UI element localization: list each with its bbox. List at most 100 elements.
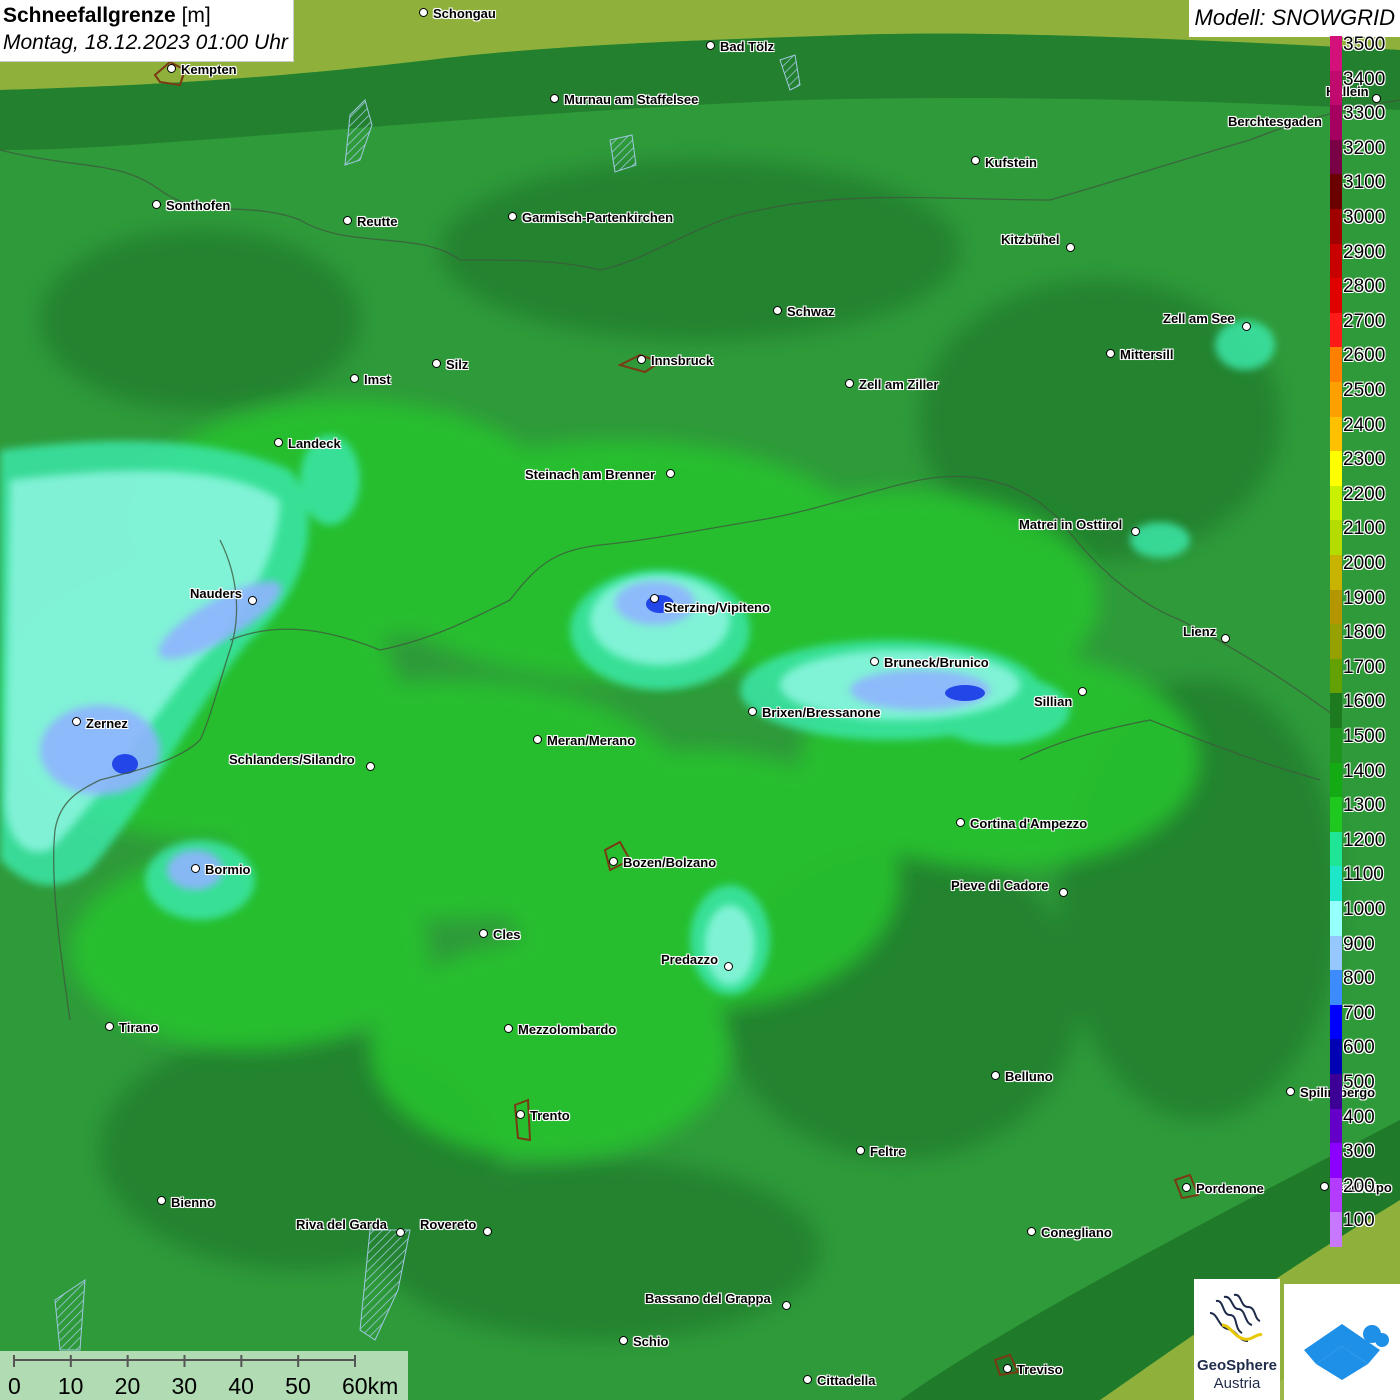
- legend-swatch: [1330, 347, 1342, 382]
- city-marker[interactable]: [650, 594, 659, 603]
- city-label: Trento: [530, 1108, 570, 1123]
- city-marker[interactable]: [516, 1110, 525, 1119]
- legend-swatch: [1330, 831, 1342, 867]
- legend-label: 1900: [1343, 587, 1386, 609]
- city-label: Belluno: [1005, 1069, 1053, 1084]
- city-marker[interactable]: [1131, 527, 1140, 536]
- city-marker[interactable]: [845, 379, 854, 388]
- legend-swatch: [1330, 70, 1342, 106]
- legend-label: 900: [1343, 933, 1375, 955]
- city-marker[interactable]: [350, 374, 359, 383]
- city-marker[interactable]: [609, 857, 618, 866]
- city-marker[interactable]: [432, 359, 441, 368]
- city-marker[interactable]: [748, 707, 757, 716]
- city-marker[interactable]: [1059, 888, 1068, 897]
- legend-label: 1800: [1343, 622, 1386, 644]
- city-marker[interactable]: [991, 1071, 1000, 1080]
- city-marker[interactable]: [419, 8, 428, 17]
- legend-swatch: [1330, 935, 1342, 971]
- city-label: Berchtesgaden: [1228, 114, 1322, 129]
- legend-swatch: [1330, 1074, 1342, 1109]
- legend-label: 2200: [1343, 483, 1386, 505]
- city-marker[interactable]: [782, 1301, 791, 1310]
- city-marker[interactable]: [803, 1375, 812, 1384]
- city-label: Garmisch-Partenkirchen: [522, 210, 674, 225]
- city-label: Mittersill: [1120, 347, 1174, 362]
- city-marker[interactable]: [724, 962, 733, 971]
- city-marker[interactable]: [1286, 1087, 1295, 1096]
- legend-label: 2500: [1343, 380, 1386, 401]
- app-logo[interactable]: [1284, 1284, 1400, 1400]
- legend-label: 3300: [1343, 103, 1386, 125]
- legend-label: 1100: [1343, 864, 1384, 886]
- legend-swatch: [1330, 1004, 1342, 1040]
- city-marker[interactable]: [971, 156, 980, 165]
- city-marker[interactable]: [1320, 1182, 1329, 1191]
- city-marker[interactable]: [1066, 243, 1075, 252]
- city-label: Feltre: [870, 1144, 906, 1159]
- city-marker[interactable]: [637, 355, 646, 364]
- legend-swatch: [1330, 728, 1342, 763]
- city-marker[interactable]: [191, 864, 200, 873]
- legend-label: 1300: [1343, 795, 1386, 817]
- legend-label: 1400: [1343, 760, 1386, 782]
- city-marker[interactable]: [396, 1228, 405, 1237]
- city-marker[interactable]: [248, 596, 257, 605]
- city-marker[interactable]: [479, 929, 488, 938]
- city-marker[interactable]: [1242, 322, 1251, 331]
- city-marker[interactable]: [508, 212, 517, 221]
- city-label: Pordenone: [1196, 1181, 1264, 1196]
- city-marker[interactable]: [1221, 634, 1230, 643]
- city-marker[interactable]: [856, 1146, 865, 1155]
- city-label: Nauders: [190, 586, 243, 601]
- city-marker[interactable]: [1003, 1364, 1012, 1373]
- city-marker[interactable]: [706, 41, 715, 50]
- legend-label: 100: [1343, 1210, 1375, 1232]
- legend-swatch: [1330, 174, 1342, 209]
- city-marker[interactable]: [666, 469, 675, 478]
- city-marker[interactable]: [167, 64, 176, 73]
- city-marker[interactable]: [1078, 687, 1087, 696]
- legend-swatch: [1330, 243, 1342, 279]
- map-date: Montag, 18.12.2023 01:00 Uhr: [3, 31, 288, 54]
- city-label: Pieve di Cadore: [951, 878, 1049, 893]
- legend-label: 800: [1343, 968, 1375, 990]
- legend-swatch: [1330, 139, 1342, 175]
- legend-label: 2100: [1343, 518, 1386, 540]
- city-marker[interactable]: [504, 1024, 513, 1033]
- city-marker[interactable]: [1027, 1227, 1036, 1236]
- city-marker[interactable]: [550, 94, 559, 103]
- city-marker[interactable]: [1106, 349, 1115, 358]
- legend-label: 300: [1343, 1141, 1375, 1163]
- legend-swatch: [1330, 555, 1342, 590]
- city-marker[interactable]: [773, 306, 782, 315]
- city-marker[interactable]: [533, 735, 542, 744]
- city-marker[interactable]: [1182, 1183, 1191, 1192]
- geosphere-name: GeoSphere: [1196, 1357, 1278, 1374]
- city-marker[interactable]: [105, 1022, 114, 1031]
- city-label: Mezzolombardo: [518, 1022, 617, 1037]
- city-marker[interactable]: [483, 1227, 492, 1236]
- city-marker[interactable]: [343, 216, 352, 225]
- city-label: Kufstein: [985, 155, 1037, 170]
- city-label: Zell am See: [1163, 311, 1235, 326]
- city-marker[interactable]: [870, 657, 879, 666]
- city-marker[interactable]: [72, 717, 81, 726]
- city-label: Schwaz: [787, 304, 835, 319]
- legend-label: 2900: [1343, 241, 1386, 263]
- city-marker[interactable]: [157, 1196, 166, 1205]
- city-marker[interactable]: [619, 1336, 628, 1345]
- city-label: Kempten: [181, 62, 237, 77]
- city-label: Murnau am Staffelsee: [564, 92, 699, 107]
- legend-swatch: [1330, 1177, 1342, 1213]
- geosphere-logo[interactable]: GeoSphere Austria: [1194, 1279, 1280, 1400]
- city-marker[interactable]: [152, 200, 161, 209]
- scale-label: 10: [57, 1373, 84, 1399]
- legend-label: 2000: [1343, 553, 1386, 574]
- city-marker[interactable]: [366, 762, 375, 771]
- legend-swatch: [1330, 970, 1342, 1005]
- city-marker[interactable]: [1372, 94, 1381, 103]
- model-label: Modell: SNOWGRID: [1188, 0, 1400, 37]
- city-marker[interactable]: [956, 818, 965, 827]
- city-marker[interactable]: [274, 438, 283, 447]
